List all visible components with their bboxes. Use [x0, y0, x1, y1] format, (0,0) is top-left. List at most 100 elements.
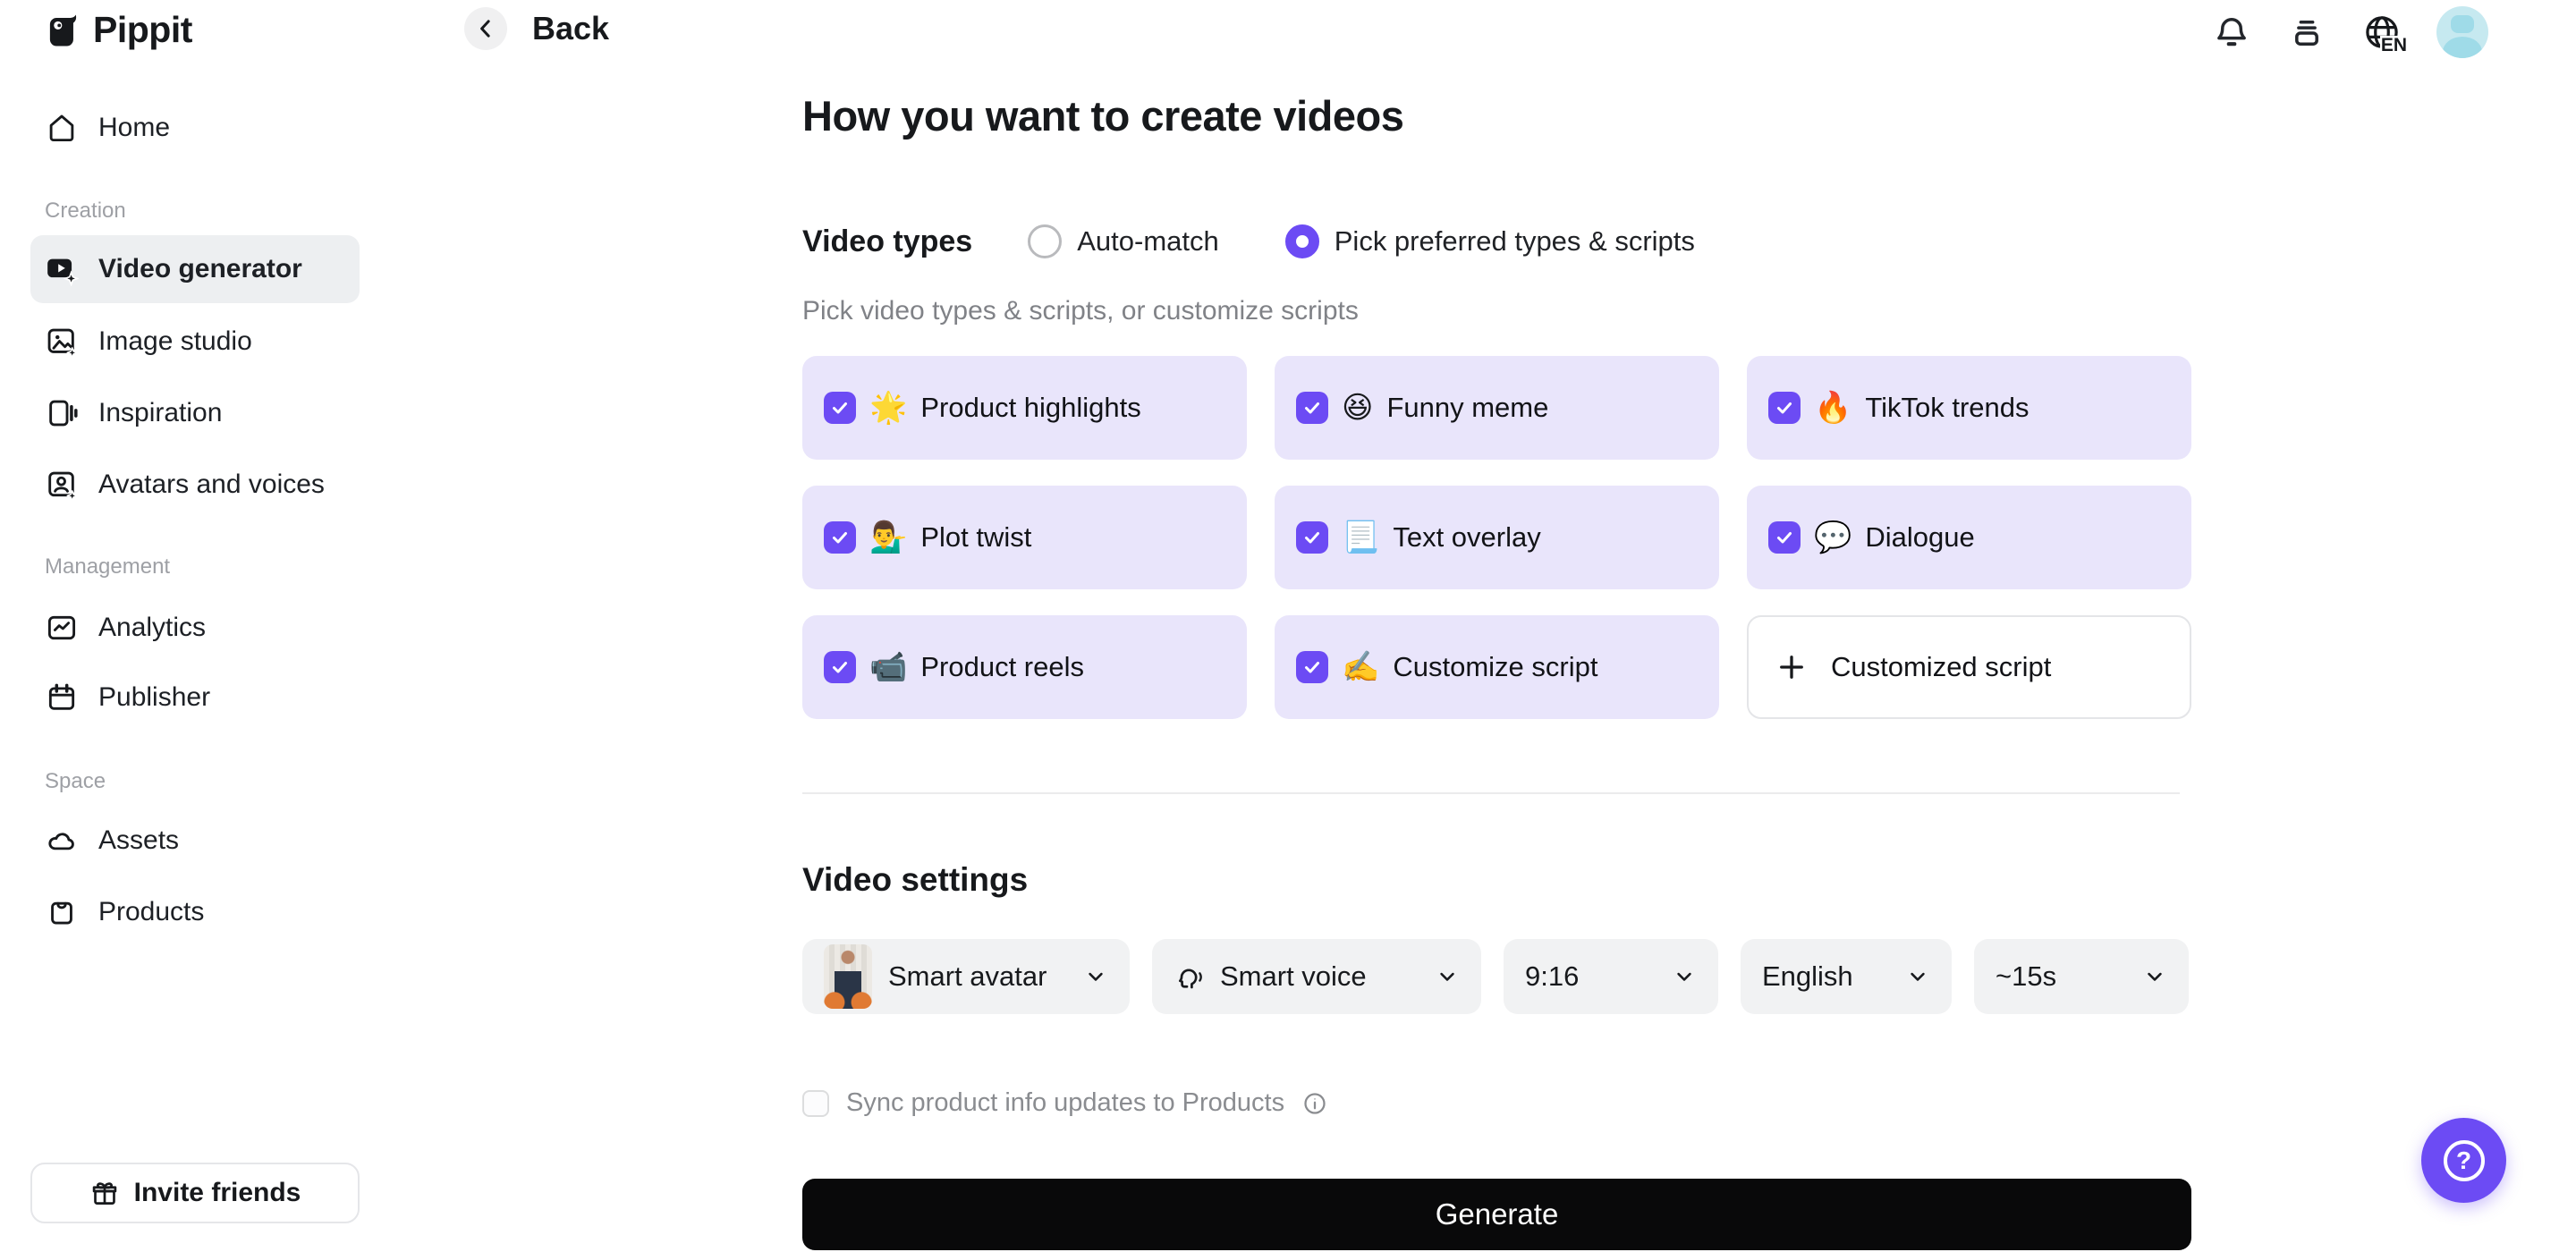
avatars-icon — [45, 468, 79, 502]
sidebar-item-label: Analytics — [98, 613, 207, 642]
card-emoji: 📹 — [869, 649, 908, 685]
help-button[interactable]: ? — [2421, 1118, 2506, 1203]
sidebar-item-inspiration[interactable]: Inspiration — [30, 387, 360, 439]
sidebar: Pippit Home Creation Video generator Ima… — [0, 0, 389, 1252]
sidebar-item-avatars-and-voices[interactable]: Avatars and voices — [30, 459, 360, 511]
products-bag-icon — [45, 895, 79, 929]
sidebar-item-label: Inspiration — [98, 398, 223, 427]
brand-name: Pippit — [93, 9, 192, 50]
card-product-highlights[interactable]: 🌟 Product highlights — [802, 356, 1247, 460]
sidebar-section-management: Management — [45, 554, 171, 579]
card-label: Customized script — [1831, 651, 2052, 682]
sidebar-section-space: Space — [45, 769, 106, 793]
add-customized-script-card[interactable]: Customized script — [1747, 615, 2191, 719]
publisher-calendar-icon — [45, 681, 79, 715]
video-settings-row: Smart avatar Smart voice 9:16 English ~1… — [802, 939, 2189, 1014]
sync-label: Sync product info updates to Products — [846, 1088, 1285, 1117]
user-avatar[interactable] — [2436, 6, 2488, 58]
card-product-reels[interactable]: 📹 Product reels — [802, 615, 1247, 719]
inbox-tray-icon[interactable] — [2286, 12, 2327, 53]
chevron-down-icon — [1672, 964, 1697, 989]
dropdown-value: Smart avatar — [888, 960, 1047, 992]
sync-checkbox-unchecked[interactable] — [802, 1089, 829, 1117]
video-types-label: Video types — [802, 224, 973, 258]
language-globe-icon[interactable]: EN — [2361, 12, 2408, 55]
card-dialogue[interactable]: 💬 Dialogue — [1747, 486, 2191, 589]
card-emoji: 📃 — [1342, 520, 1380, 555]
video-types-row: Video types Auto-match Pick preferred ty… — [802, 218, 1695, 265]
sidebar-item-label: Products — [98, 897, 205, 926]
brand-logo[interactable]: Pippit — [43, 9, 192, 51]
analytics-icon — [45, 611, 79, 645]
dropdown-value: Smart voice — [1220, 960, 1367, 992]
card-text-overlay[interactable]: 📃 Text overlay — [1275, 486, 1719, 589]
invite-friends-button[interactable]: Invite friends — [30, 1163, 360, 1223]
assets-cloud-icon — [45, 824, 79, 858]
sidebar-item-label: Image studio — [98, 326, 252, 356]
back-label: Back — [532, 10, 610, 47]
section-divider — [802, 792, 2180, 794]
card-label: Product highlights — [920, 392, 1141, 423]
topbar-actions: EN — [2211, 5, 2488, 59]
card-emoji: 💁‍♂️ — [869, 520, 908, 555]
sidebar-item-publisher[interactable]: Publisher — [30, 672, 360, 723]
smart-voice-dropdown[interactable]: Smart voice — [1152, 939, 1481, 1014]
sidebar-item-analytics[interactable]: Analytics — [30, 602, 360, 654]
card-emoji: 🔥 — [1814, 390, 1852, 426]
dropdown-value: ~15s — [1996, 960, 2057, 992]
card-plot-twist[interactable]: 💁‍♂️ Plot twist — [802, 486, 1247, 589]
card-funny-meme[interactable]: 😆 Funny meme — [1275, 356, 1719, 460]
dropdown-value: 9:16 — [1525, 960, 1580, 992]
checkbox-checked[interactable] — [1296, 521, 1328, 554]
checkbox-checked[interactable] — [1768, 521, 1801, 554]
smart-avatar-dropdown[interactable]: Smart avatar — [802, 939, 1130, 1014]
chevron-down-icon — [1905, 964, 1930, 989]
plus-icon — [1775, 651, 1808, 683]
card-label: Customize script — [1393, 651, 1598, 682]
card-label: Funny meme — [1386, 392, 1549, 423]
checkbox-checked[interactable] — [824, 521, 856, 554]
card-emoji: ✍️ — [1342, 649, 1380, 685]
sidebar-item-video-generator[interactable]: Video generator — [30, 235, 360, 303]
main-content: How you want to create videos Video type… — [802, 0, 2191, 1252]
sidebar-item-products[interactable]: Products — [30, 886, 360, 938]
checkbox-checked[interactable] — [1768, 392, 1801, 424]
checkbox-checked[interactable] — [1296, 651, 1328, 683]
inspiration-icon — [45, 396, 79, 430]
generate-button[interactable]: Generate — [802, 1179, 2191, 1250]
duration-dropdown[interactable]: ~15s — [1974, 939, 2189, 1014]
card-label: Dialogue — [1865, 521, 1975, 553]
card-label: TikTok trends — [1865, 392, 2029, 423]
sidebar-item-label: Video generator — [98, 254, 302, 283]
question-mark-icon: ? — [2443, 1139, 2485, 1181]
video-types-hint: Pick video types & scripts, or customize… — [802, 296, 1359, 326]
back-button[interactable] — [464, 7, 507, 50]
home-icon — [45, 111, 79, 145]
info-icon[interactable] — [1301, 1090, 1328, 1117]
chevron-left-icon — [472, 15, 499, 42]
card-customize-script[interactable]: ✍️ Customize script — [1275, 615, 1719, 719]
radio-option-pick-preferred[interactable]: Pick preferred types & scripts — [1284, 224, 1695, 258]
radio-selected[interactable] — [1284, 224, 1319, 258]
sync-products-row: Sync product info updates to Products — [802, 1088, 1328, 1118]
chevron-down-icon — [1435, 964, 1460, 989]
sidebar-item-home[interactable]: Home — [30, 102, 360, 154]
card-label: Plot twist — [920, 521, 1032, 553]
video-generator-icon — [45, 252, 79, 286]
checkbox-checked[interactable] — [1296, 392, 1328, 424]
sidebar-item-assets[interactable]: Assets — [30, 815, 360, 867]
sidebar-section-creation: Creation — [45, 199, 126, 223]
language-dropdown[interactable]: English — [1741, 939, 1952, 1014]
sidebar-item-label: Avatars and voices — [98, 470, 325, 499]
aspect-ratio-dropdown[interactable]: 9:16 — [1504, 939, 1718, 1014]
checkbox-checked[interactable] — [824, 392, 856, 424]
sidebar-item-image-studio[interactable]: Image studio — [30, 316, 360, 368]
language-code-label: EN — [2379, 35, 2408, 55]
checkbox-checked[interactable] — [824, 651, 856, 683]
notifications-bell-icon[interactable] — [2211, 12, 2252, 53]
card-tiktok-trends[interactable]: 🔥 TikTok trends — [1747, 356, 2191, 460]
radio-option-auto-match[interactable]: Auto-match — [1028, 224, 1219, 258]
radio-unselected[interactable] — [1028, 224, 1063, 258]
page-title: How you want to create videos — [802, 92, 1404, 140]
image-studio-icon — [45, 325, 79, 359]
